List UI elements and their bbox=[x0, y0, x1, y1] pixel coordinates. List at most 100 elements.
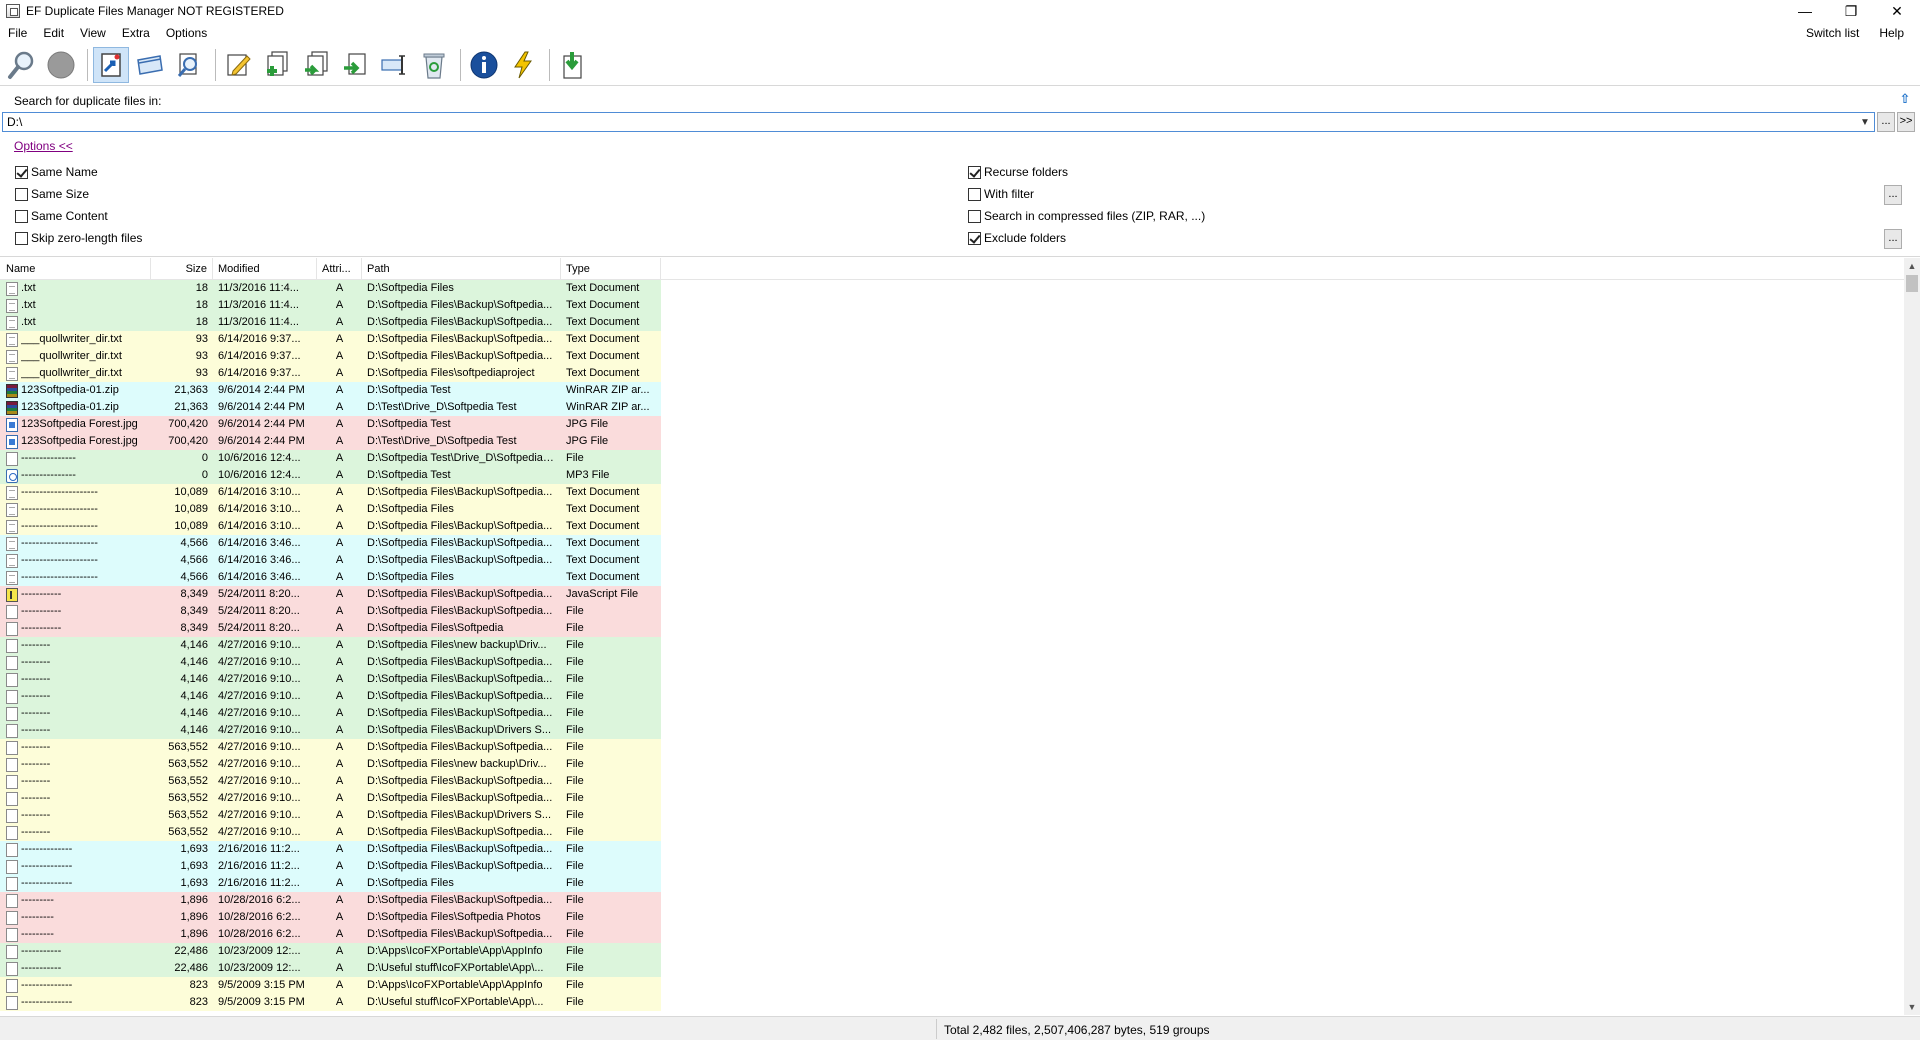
cell-name[interactable]: -------------- bbox=[0, 875, 151, 892]
table-row[interactable]: -------------- 1,693 2/16/2016 11:2... A D:\… bbox=[0, 841, 1904, 858]
checkbox-box[interactable] bbox=[968, 231, 981, 245]
cell-name[interactable]: ----------- bbox=[0, 586, 151, 603]
table-row[interactable]: --------------------- 10,089 6/14/2016 3:1… bbox=[0, 484, 1904, 501]
table-row[interactable]: -------------- 1,693 2/16/2016 11:2... A D:\… bbox=[0, 875, 1904, 892]
table-row[interactable]: ___quollwriter_dir.txt 93 6/14/2016 9:37..… bbox=[0, 348, 1904, 365]
column-header-attributes[interactable]: Attri... bbox=[317, 258, 362, 279]
exclude-settings-button[interactable]: ... bbox=[1884, 229, 1902, 249]
cell-name[interactable]: ----------- bbox=[0, 943, 151, 960]
vertical-scrollbar[interactable]: ▲ ▼ bbox=[1904, 258, 1920, 1015]
same-content-checkbox[interactable]: Same Content bbox=[15, 208, 108, 224]
cell-name[interactable]: --------------- bbox=[0, 467, 151, 484]
collapse-up-icon[interactable]: ⇧ bbox=[1898, 92, 1912, 106]
table-row[interactable]: -------- 563,552 4/27/2016 9:10... A D:\Soft… bbox=[0, 790, 1904, 807]
column-header-name[interactable]: Name bbox=[0, 258, 151, 279]
table-row[interactable]: --------------------- 4,566 6/14/2016 3:46… bbox=[0, 552, 1904, 569]
edit-button[interactable] bbox=[221, 47, 257, 83]
cell-name[interactable]: -------- bbox=[0, 739, 151, 756]
table-row[interactable]: ___quollwriter_dir.txt 93 6/14/2016 9:37..… bbox=[0, 365, 1904, 382]
table-row[interactable]: .txt 18 11/3/2016 11:4... A D:\Softpedia Fil… bbox=[0, 297, 1904, 314]
cell-name[interactable]: -------------- bbox=[0, 841, 151, 858]
table-row[interactable]: ----------- 8,349 5/24/2011 8:20... A D:\Sof… bbox=[0, 586, 1904, 603]
expand-path-button[interactable]: >> bbox=[1897, 112, 1915, 132]
cell-name[interactable]: 123Softpedia Forest.jpg bbox=[0, 433, 151, 450]
lightning-button[interactable] bbox=[505, 47, 541, 83]
table-row[interactable]: .txt 18 11/3/2016 11:4... A D:\Softpedia Fil… bbox=[0, 280, 1904, 297]
restore-button[interactable]: ❐ bbox=[1828, 0, 1874, 22]
cell-name[interactable]: 123Softpedia-01.zip bbox=[0, 382, 151, 399]
browse-path-button[interactable]: ... bbox=[1877, 112, 1895, 132]
menu-edit[interactable]: Edit bbox=[35, 22, 72, 44]
table-row[interactable]: -------- 563,552 4/27/2016 9:10... A D:\Soft… bbox=[0, 756, 1904, 773]
table-row[interactable]: ----------- 8,349 5/24/2011 8:20... A D:\Sof… bbox=[0, 603, 1904, 620]
stop-button[interactable] bbox=[43, 47, 79, 83]
cell-name[interactable]: .txt bbox=[0, 280, 151, 297]
cell-name[interactable]: --------- bbox=[0, 926, 151, 943]
checkbox-box[interactable] bbox=[968, 209, 981, 223]
cell-name[interactable]: -------- bbox=[0, 824, 151, 841]
table-row[interactable]: -------- 563,552 4/27/2016 9:10... A D:\Soft… bbox=[0, 739, 1904, 756]
checkbox-box[interactable] bbox=[968, 187, 981, 201]
menu-options[interactable]: Options bbox=[158, 22, 215, 44]
same-size-checkbox[interactable]: Same Size bbox=[15, 186, 89, 202]
checkbox-box[interactable] bbox=[15, 187, 28, 201]
menu-view[interactable]: View bbox=[72, 22, 114, 44]
table-row[interactable]: -------- 4,146 4/27/2016 9:10... A D:\Softpe… bbox=[0, 654, 1904, 671]
table-row[interactable]: -------- 4,146 4/27/2016 9:10... A D:\Softpe… bbox=[0, 637, 1904, 654]
cell-name[interactable]: ___quollwriter_dir.txt bbox=[0, 331, 151, 348]
same-name-checkbox[interactable]: Same Name bbox=[15, 164, 98, 180]
table-row[interactable]: -------- 4,146 4/27/2016 9:10... A D:\Softpe… bbox=[0, 705, 1904, 722]
cell-name[interactable]: .txt bbox=[0, 297, 151, 314]
cell-name[interactable]: ___quollwriter_dir.txt bbox=[0, 348, 151, 365]
table-row[interactable]: -------------- 823 9/5/2009 3:15 PM A D:\App… bbox=[0, 977, 1904, 994]
checkbox-box[interactable] bbox=[15, 209, 28, 223]
cell-name[interactable]: -------- bbox=[0, 756, 151, 773]
cell-name[interactable]: 123Softpedia-01.zip bbox=[0, 399, 151, 416]
table-row[interactable]: ----------- 22,486 10/23/2009 12:... A D:\Ap… bbox=[0, 943, 1904, 960]
table-row[interactable]: ----------- 8,349 5/24/2011 8:20... A D:\Sof… bbox=[0, 620, 1904, 637]
table-row[interactable]: --------------- 0 10/6/2016 12:4... A D:\Sof… bbox=[0, 450, 1904, 467]
cell-name[interactable]: --------- bbox=[0, 909, 151, 926]
table-row[interactable]: -------- 563,552 4/27/2016 9:10... A D:\Soft… bbox=[0, 824, 1904, 841]
close-button[interactable]: ✕ bbox=[1874, 0, 1920, 22]
cell-name[interactable]: --------------------- bbox=[0, 484, 151, 501]
exclude-folders-checkbox[interactable]: Exclude folders bbox=[968, 230, 1066, 246]
table-row[interactable]: --------------------- 10,089 6/14/2016 3:1… bbox=[0, 518, 1904, 535]
add-button[interactable] bbox=[260, 47, 296, 83]
cell-name[interactable]: ----------- bbox=[0, 603, 151, 620]
checkbox-box[interactable] bbox=[15, 231, 28, 245]
cell-name[interactable]: --------------------- bbox=[0, 569, 151, 586]
column-header-path[interactable]: Path bbox=[362, 258, 561, 279]
find-button[interactable] bbox=[171, 47, 207, 83]
table-row[interactable]: 123Softpedia Forest.jpg 700,420 9/6/2014 2… bbox=[0, 433, 1904, 450]
with-filter-checkbox[interactable]: With filter bbox=[968, 186, 1034, 202]
table-row[interactable]: ----------- 22,486 10/23/2009 12:... A D:\Us… bbox=[0, 960, 1904, 977]
cell-name[interactable]: --------------- bbox=[0, 450, 151, 467]
minimize-button[interactable]: — bbox=[1782, 0, 1828, 22]
chevron-down-icon[interactable]: ▼ bbox=[1856, 113, 1874, 131]
table-row[interactable]: -------- 4,146 4/27/2016 9:10... A D:\Softpe… bbox=[0, 688, 1904, 705]
checkbox-box[interactable] bbox=[15, 165, 28, 179]
cell-name[interactable]: -------- bbox=[0, 688, 151, 705]
cell-name[interactable]: -------------- bbox=[0, 858, 151, 875]
table-row[interactable]: -------------- 1,693 2/16/2016 11:2... A D:\… bbox=[0, 858, 1904, 875]
cell-name[interactable]: --------------------- bbox=[0, 552, 151, 569]
cell-name[interactable]: ----------- bbox=[0, 620, 151, 637]
column-header-size[interactable]: Size bbox=[151, 258, 213, 279]
menu-file[interactable]: File bbox=[0, 22, 35, 44]
scroll-thumb[interactable] bbox=[1906, 275, 1918, 292]
menu-help[interactable]: Help bbox=[1869, 22, 1914, 44]
cell-name[interactable]: 123Softpedia Forest.jpg bbox=[0, 416, 151, 433]
cell-name[interactable]: -------- bbox=[0, 654, 151, 671]
table-row[interactable]: 123Softpedia Forest.jpg 700,420 9/6/2014 2… bbox=[0, 416, 1904, 433]
column-header-modified[interactable]: Modified bbox=[213, 258, 317, 279]
table-row[interactable]: -------- 563,552 4/27/2016 9:10... A D:\Soft… bbox=[0, 807, 1904, 824]
checkbox-box[interactable] bbox=[968, 165, 981, 179]
menu-extra[interactable]: Extra bbox=[114, 22, 158, 44]
info-button[interactable] bbox=[466, 47, 502, 83]
table-row[interactable]: --------------------- 4,566 6/14/2016 3:46… bbox=[0, 535, 1904, 552]
table-row[interactable]: 123Softpedia-01.zip 21,363 9/6/2014 2:44 P… bbox=[0, 399, 1904, 416]
cell-name[interactable]: ----------- bbox=[0, 960, 151, 977]
search-path-value[interactable]: D:\ bbox=[3, 115, 1856, 129]
table-row[interactable]: .txt 18 11/3/2016 11:4... A D:\Softpedia Fil… bbox=[0, 314, 1904, 331]
